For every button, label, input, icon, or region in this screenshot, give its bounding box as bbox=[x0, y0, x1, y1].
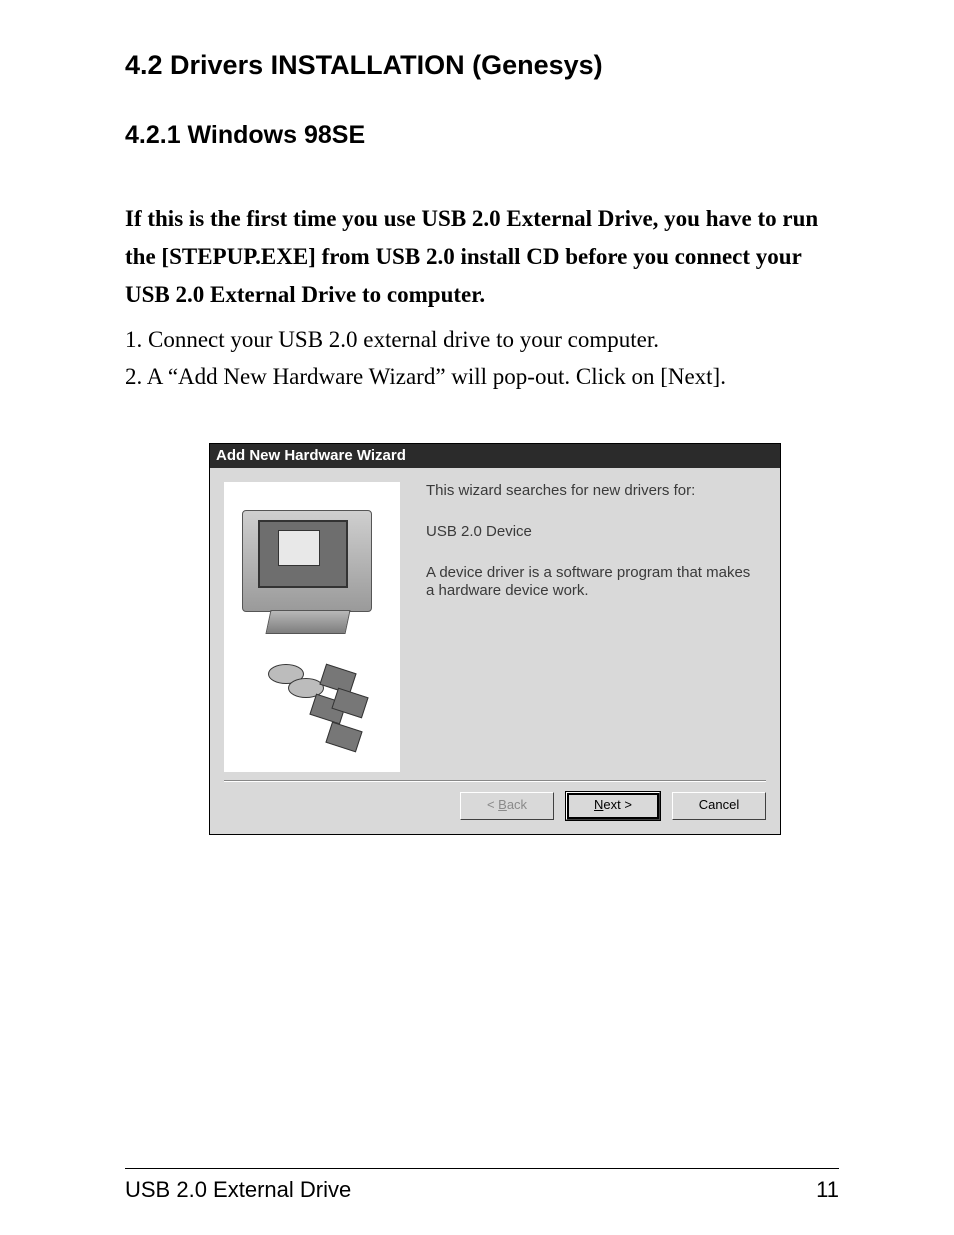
next-button[interactable]: Next > bbox=[566, 792, 660, 820]
back-button: < Back bbox=[460, 792, 554, 820]
page-number: 11 bbox=[816, 1177, 839, 1203]
wizard-dialog: Add New Hardware Wizard This wizard sear… bbox=[209, 443, 781, 835]
page-footer: USB 2.0 External Drive 11 bbox=[125, 1168, 839, 1203]
subsection-heading: 4.2.1 Windows 98SE bbox=[125, 121, 839, 150]
dialog-device-name: USB 2.0 Device bbox=[426, 523, 762, 542]
step-2: 2. A “Add New Hardware Wizard” will pop-… bbox=[125, 359, 839, 395]
step-1: 1. Connect your USB 2.0 external drive t… bbox=[125, 322, 839, 358]
dialog-button-row: < Back Next > Cancel bbox=[210, 782, 780, 834]
dialog-text-area: This wizard searches for new drivers for… bbox=[400, 482, 762, 772]
dialog-line-2: A device driver is a software program th… bbox=[426, 564, 762, 602]
section-heading: 4.2 Drivers INSTALLATION (Genesys) bbox=[125, 50, 839, 81]
dialog-line-1: This wizard searches for new drivers for… bbox=[426, 482, 762, 501]
intro-paragraph: If this is the first time you use USB 2.… bbox=[125, 200, 839, 314]
cancel-button[interactable]: Cancel bbox=[672, 792, 766, 820]
dialog-titlebar: Add New Hardware Wizard bbox=[210, 444, 780, 468]
wizard-illustration bbox=[224, 482, 400, 772]
footer-title: USB 2.0 External Drive bbox=[125, 1177, 351, 1203]
